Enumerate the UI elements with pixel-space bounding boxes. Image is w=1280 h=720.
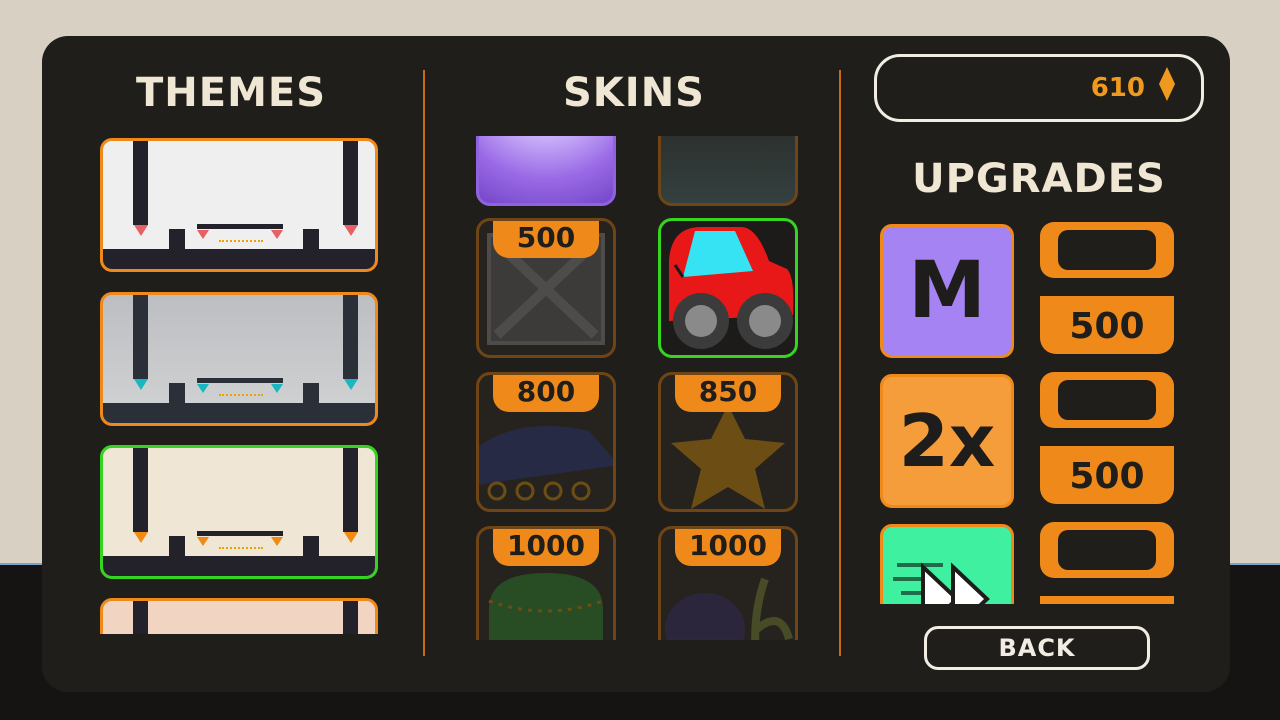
upgrades-header: UPGRADES: [912, 156, 1166, 202]
diamond-currency-icon: [1159, 67, 1175, 101]
currency-display: 610: [874, 54, 1204, 122]
currency-amount: 610: [1090, 73, 1145, 103]
upgrade-buy-button[interactable]: 500: [1040, 296, 1174, 354]
themes-header: THEMES: [135, 70, 327, 116]
shop-panel: THEMES SKINS UPGRADES 500 800 850 1000 1…: [42, 36, 1230, 692]
upgrade-level-slot: [1040, 372, 1174, 428]
back-button[interactable]: BACK: [924, 626, 1150, 670]
upgrade-buy-button[interactable]: [1040, 596, 1174, 604]
upgrade-buy-button[interactable]: 500: [1040, 446, 1174, 504]
fast-forward-icon: [893, 562, 990, 604]
upgrade-level-slot: [1040, 222, 1174, 278]
skin-purple-glow[interactable]: [476, 136, 616, 206]
skin-dark-teal[interactable]: [658, 136, 798, 206]
magnet-upgrade-icon[interactable]: M: [880, 224, 1014, 358]
skins-header: SKINS: [563, 70, 705, 116]
speed-upgrade-tile[interactable]: [880, 524, 1014, 604]
upgrade-level-slot: [1040, 522, 1174, 578]
upgrades-list[interactable]: M 500 2x 500: [42, 222, 1230, 604]
double-coins-upgrade-icon[interactable]: 2x: [880, 374, 1014, 508]
